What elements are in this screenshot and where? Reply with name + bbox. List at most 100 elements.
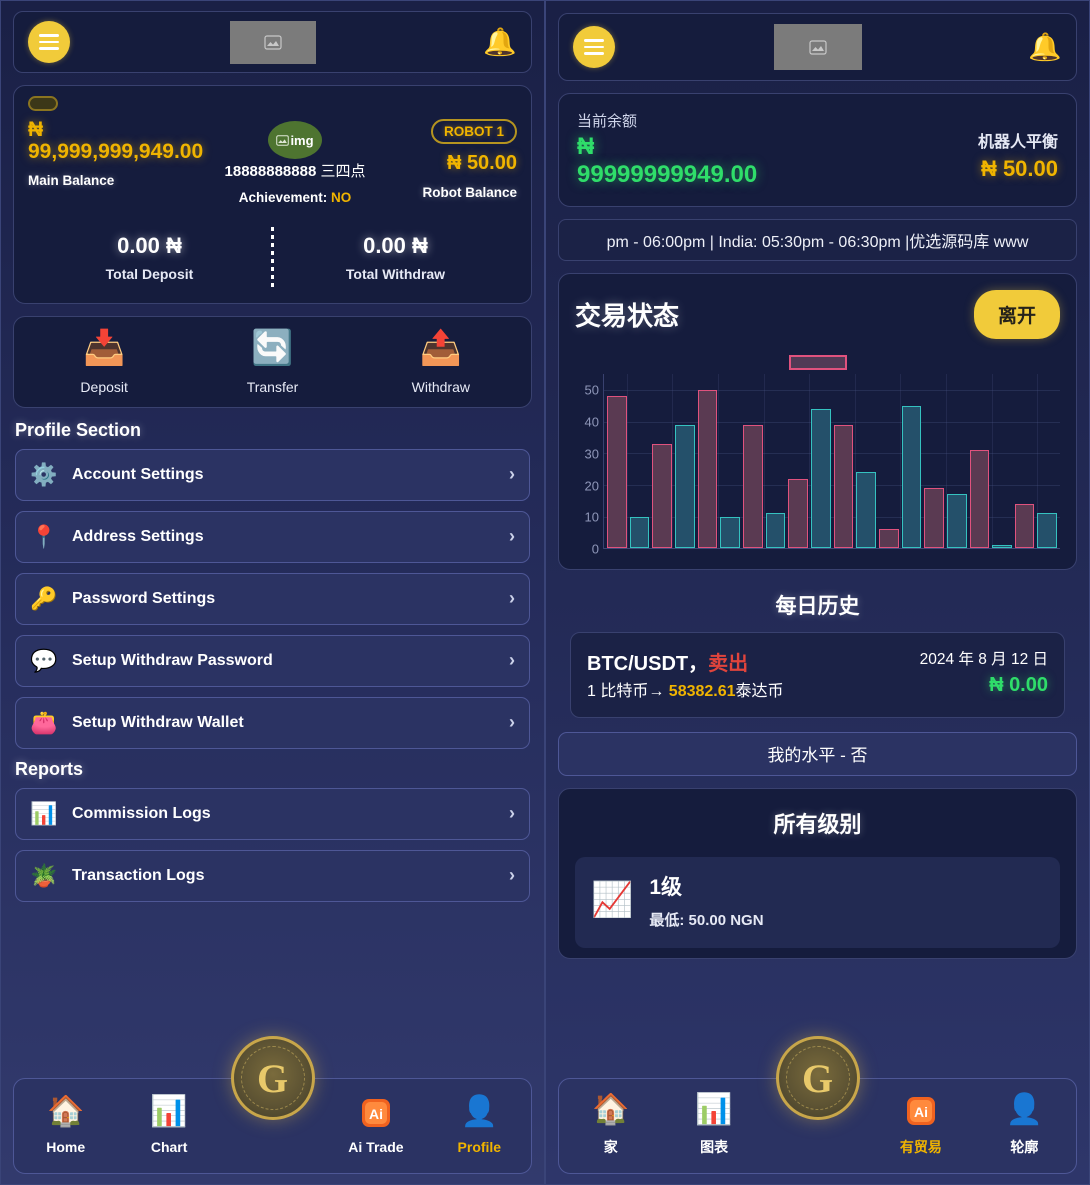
trade-pair: BTC/USDT，卖出 [587,647,878,676]
leave-button[interactable]: 离开 [973,290,1060,340]
robot-balance-value: ₦ 50.00 [980,156,1058,181]
svg-text:Ai: Ai [914,1104,928,1120]
potted-plant-icon: 🪴 [30,862,58,888]
coin-icon: G [230,1036,315,1120]
sidebar-item-password-settings[interactable]: 🔑 Password Settings › [15,572,530,625]
chevron-right-icon: › [509,526,515,547]
chevron-right-icon: › [509,865,515,886]
sidebar-item-transaction-logs[interactable]: 🪴 Transaction Logs › [15,849,530,902]
chart-legend-swatch [788,355,847,371]
home-icon: 🏠 [592,1093,630,1126]
nav-item-ai-trade[interactable]: Ai Ai Trade [324,1097,427,1155]
transfer-icon: 🔄 [251,328,294,367]
chart-icon: 📊 [695,1093,733,1126]
ticker-text: pm - 06:00pm | India: 05:30pm - 06:30pm … [606,234,1029,252]
chart-bar [629,516,650,549]
sidebar-item-label: Commission Logs [72,804,211,822]
trade-status-chart: 0 10 20 30 40 50 [575,374,1060,557]
chart-y-tick: 20 [584,478,599,494]
chart-bar [765,513,786,549]
left-header: 🔔 [13,11,532,73]
nav-item-home[interactable]: 🏠 Home [14,1097,117,1156]
history-title: 每日历史 [775,595,860,619]
main-balance-value: 99,999,999,949.00 [28,140,204,164]
achievement-value: NO [331,189,352,205]
bell-icon[interactable]: 🔔 [483,28,517,56]
coin-letter: G [801,1055,834,1101]
sidebar-item-setup-withdraw-password[interactable]: 💬 Setup Withdraw Password › [15,634,530,687]
achievement-label: Achievement: [238,189,328,205]
chart-y-tick: 0 [591,541,599,557]
my-level-banner[interactable]: 我的水平 - 否 [558,731,1077,776]
action-deposit[interactable]: 📥 Deposit [20,331,188,395]
chevron-right-icon: › [509,650,515,671]
coin-letter: G [256,1055,289,1101]
chart-gridline-vertical [991,374,993,549]
chart-bar [788,478,808,549]
my-level-text: 我的水平 - 否 [767,746,868,766]
chart-bar [720,516,740,549]
sidebar-item-label: Password Settings [72,589,216,607]
reports-section-title: Reports [15,758,84,779]
action-withdraw[interactable]: 📤 Withdraw [357,331,525,395]
withdraw-icon: 📤 [419,328,462,367]
nav-item-ai-trade[interactable]: Ai 有贸易 [869,1095,972,1157]
location-pin-icon: 📍 [30,523,58,549]
main-balance-label: Main Balance [28,173,115,189]
page-title: 交易状态 [575,301,680,332]
main-balance-currency: ₦ [28,118,44,141]
nav-item-profile[interactable]: 👤 轮廓 [973,1095,1076,1157]
chart-bar [924,488,944,549]
right-bottom-nav: 🏠 家 📊 图表 G Ai 有贸易 👤 轮廓 [558,1036,1077,1174]
chart-bar [810,409,831,549]
chart-gridline-vertical [672,374,674,549]
achievement-row: Achievement: NO [213,190,377,205]
level-minimum: 最低: 50.00 NGN [649,911,764,929]
profile-icon: 👤 [460,1095,498,1128]
action-deposit-label: Deposit [80,378,128,395]
chart-bar [674,424,695,549]
nav-item-label: 图表 [700,1139,729,1155]
chart-bar [1014,503,1035,549]
action-transfer[interactable]: 🔄 Transfer [188,331,356,395]
level-item[interactable]: 📈 1级 最低: 50.00 NGN [575,856,1060,948]
hamburger-icon[interactable] [573,26,615,68]
trade-detail-amount: 58382.61 [668,683,736,701]
bar-chart-up-icon: 📊 [30,800,58,826]
user-block: img 18888888888 三四点 Achievement: NO [213,119,377,205]
deposit-icon: 📥 [82,328,126,367]
current-balance-currency: ₦ [577,133,595,160]
bell-icon[interactable]: 🔔 [1028,33,1062,61]
quick-actions: 📥 Deposit 🔄 Transfer 📤 Withdraw [13,315,532,408]
robot-balance-label: Robot Balance [422,185,517,200]
key-icon: 🔑 [30,585,58,611]
trade-history-row[interactable]: BTC/USDT，卖出 1 比特币→ 58382.61泰达币 2024 年 8 … [570,632,1065,718]
chevron-right-icon: › [509,588,515,609]
chart-bar [946,494,967,549]
sidebar-item-account-settings[interactable]: ⚙️ Account Settings › [15,448,530,501]
profile-section-title: Profile Section [15,419,142,440]
chart-bar [742,424,763,549]
status-badge [28,96,58,111]
robot-badge[interactable]: ROBOT 1 [430,119,517,144]
nav-item-chart[interactable]: 📊 Chart [117,1097,220,1156]
nav-item-home[interactable]: 🏠 家 [559,1095,662,1157]
nav-item-profile[interactable]: 👤 Profile [428,1095,531,1156]
sidebar-item-address-settings[interactable]: 📍 Address Settings › [15,510,530,563]
sidebar-item-commission-logs[interactable]: 📊 Commission Logs › [15,787,530,840]
all-levels-title: 所有级别 [773,811,862,837]
right-header: 🔔 [558,13,1077,81]
username-digits: 18888888888 [224,163,321,180]
hamburger-icon[interactable] [28,21,70,63]
sidebar-item-setup-withdraw-wallet[interactable]: 👛 Setup Withdraw Wallet › [15,696,530,749]
balance-card: ₦ 99,999,999,949.00 Main Balance img 188… [13,85,532,304]
chart-bar [856,472,876,549]
main-balance-block: ₦ 99,999,999,949.00 Main Balance [28,118,213,189]
trade-date: 2024 年 8 月 12 日 [919,651,1048,669]
username-cjk: 三四点 [320,163,366,180]
avatar-alt-text: img [290,132,314,148]
chart-y-tick: 40 [584,414,599,430]
username: 18888888888 三四点 [213,163,377,182]
nav-item-chart[interactable]: 📊 图表 [662,1095,765,1157]
trade-detail-prefix: 1 比特币→ [587,683,669,701]
